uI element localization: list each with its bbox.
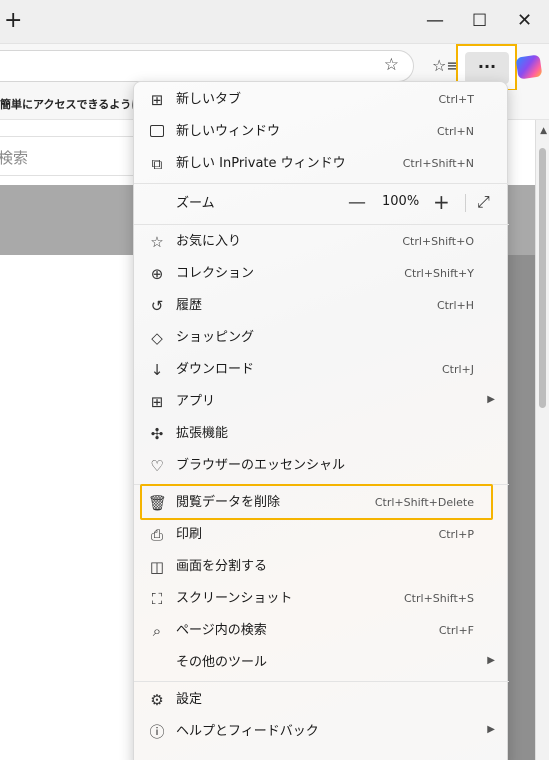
zoom-level: 100% (382, 194, 420, 209)
menu-item-screenshot[interactable]: ⛶ スクリーンショット Ctrl+Shift+S (134, 583, 509, 615)
menu-item-shortcut: Ctrl+N (436, 125, 474, 138)
zoom-divider (465, 194, 466, 212)
menu-item-label: ダウンロード (176, 362, 255, 377)
menu-item-shopping[interactable]: ◇ ショッピング (134, 322, 509, 354)
menu-item-shortcut: Ctrl+T (438, 93, 474, 106)
menu-item-label: コレクション (176, 266, 255, 281)
scroll-up-icon[interactable]: ▲ (540, 126, 547, 136)
settings-and-more-menu: ⊞ 新しいタブ Ctrl+T 新しいウィンドウ Ctrl+N ⧉ 新しい InP… (133, 81, 509, 760)
maximize-button[interactable]: ☐ (472, 9, 487, 33)
menu-item-print[interactable]: ⎙ 印刷 Ctrl+P (134, 519, 509, 551)
menu-item-zoom: ズーム — 100% + ⤢ (134, 186, 509, 222)
menu-item-find-on-page[interactable]: ⌕ ページ内の検索 Ctrl+F (134, 615, 509, 647)
menu-item-label: 画面を分割する (176, 559, 268, 574)
menu-item-apps[interactable]: ⊞ アプリ ▶ (134, 386, 509, 418)
submenu-chevron-right-icon: ▶ (487, 655, 495, 666)
menu-item-label: 新しい InPrivate ウィンドウ (176, 156, 346, 171)
new-window-icon (148, 123, 166, 141)
menu-item-new-tab[interactable]: ⊞ 新しいタブ Ctrl+T (134, 84, 509, 116)
window-titlebar: + — ☐ ✕ (0, 0, 549, 44)
menu-item-label: ショッピング (176, 330, 255, 345)
menu-item-settings[interactable]: ⚙ 設定 (134, 684, 509, 716)
menu-item-label: 履歴 (176, 298, 203, 313)
favorites-bar-text[interactable]: 簡単にアクセスできるようにな (0, 96, 153, 112)
menu-item-help-feedback[interactable]: ⓘ ヘルプとフィードバック ▶ (134, 716, 509, 748)
submenu-chevron-right-icon: ▶ (487, 394, 495, 405)
menu-item-downloads[interactable]: ↓ ダウンロード Ctrl+J (134, 354, 509, 386)
menu-item-label: 新しいウィンドウ (176, 124, 281, 139)
fullscreen-icon[interactable]: ⤢ (477, 192, 490, 212)
menu-item-favorites[interactable]: ☆ お気に入り Ctrl+Shift+O (134, 226, 509, 258)
menu-item-split-screen[interactable]: ◫ 画面を分割する (134, 551, 509, 583)
menu-item-shortcut: Ctrl+Shift+N (402, 157, 474, 170)
search-input[interactable]: 検索 (0, 136, 140, 176)
gear-icon: ⚙ (150, 691, 164, 709)
menu-separator (134, 183, 509, 184)
inprivate-icon: ⧉ (151, 155, 163, 173)
menu-item-label: アプリ (176, 394, 216, 409)
shopping-tag-icon: ◇ (151, 329, 163, 347)
collections-icon: ⊕ (150, 265, 164, 283)
delete-browsing-data-highlight (140, 484, 493, 520)
screenshot-icon: ⛶ (151, 590, 163, 608)
menu-item-shortcut: Ctrl+H (436, 299, 474, 312)
menu-item-collections[interactable]: ⊕ コレクション Ctrl+Shift+Y (134, 258, 509, 290)
close-button[interactable]: ✕ (517, 9, 532, 33)
history-icon: ↺ (150, 297, 164, 315)
zoom-in-button[interactable]: + (433, 190, 450, 214)
menu-separator (134, 681, 509, 682)
menu-item-extensions[interactable]: ✣ 拡張機能 (134, 418, 509, 450)
menu-item-label: 設定 (176, 692, 203, 707)
zoom-label: ズーム (176, 196, 215, 211)
find-page-icon: ⌕ (152, 622, 162, 640)
menu-item-label: その他のツール (176, 655, 268, 670)
copilot-icon[interactable] (515, 54, 543, 80)
extensions-icon: ✣ (150, 425, 164, 443)
menu-item-new-window[interactable]: 新しいウィンドウ Ctrl+N (134, 116, 509, 148)
new-tab-icon: ⊞ (150, 91, 164, 109)
menu-item-browser-essentials[interactable]: ♡ ブラウザーのエッセンシャル (134, 450, 509, 482)
menu-item-label: 印刷 (176, 527, 203, 542)
menu-item-label: ヘルプとフィードバック (176, 724, 319, 739)
menu-item-shortcut: Ctrl+P (438, 528, 474, 541)
favorites-icon: ☆ (150, 233, 164, 251)
new-tab-button[interactable]: + (4, 9, 22, 33)
menu-item-shortcut: Ctrl+J (441, 363, 474, 376)
menu-item-shortcut: Ctrl+F (438, 624, 474, 637)
settings-and-more-button[interactable]: ··· (465, 52, 509, 84)
menu-separator (134, 224, 509, 225)
menu-item-new-inprivate[interactable]: ⧉ 新しい InPrivate ウィンドウ Ctrl+Shift+N (134, 148, 509, 180)
menu-item-history[interactable]: ↺ 履歴 Ctrl+H (134, 290, 509, 322)
menu-item-label: 新しいタブ (176, 92, 242, 107)
menu-item-more-tools[interactable]: その他のツール ▶ (134, 647, 509, 679)
split-screen-icon: ◫ (149, 558, 165, 576)
minimize-button[interactable]: — (426, 9, 444, 33)
address-bar[interactable]: ☆ (0, 50, 414, 82)
menu-item-label: 拡張機能 (176, 426, 229, 441)
help-icon: ⓘ (149, 723, 165, 741)
download-icon: ↓ (150, 361, 164, 379)
menu-item-label: お気に入り (176, 234, 242, 249)
search-placeholder: 検索 (0, 149, 29, 167)
submenu-chevron-right-icon: ▶ (487, 724, 495, 735)
menu-item-label: ブラウザーのエッセンシャル (176, 458, 346, 473)
menu-item-label: ページ内の検索 (176, 623, 267, 638)
print-icon: ⎙ (150, 526, 163, 544)
add-favorite-star-icon[interactable]: ☆ (384, 55, 399, 75)
menu-item-shortcut: Ctrl+Shift+Y (404, 267, 474, 280)
scrollbar-thumb[interactable] (539, 148, 546, 408)
zoom-out-button[interactable]: — (348, 192, 366, 213)
menu-item-label: スクリーンショット (176, 591, 293, 606)
menu-item-shortcut: Ctrl+Shift+S (404, 592, 474, 605)
menu-item-shortcut: Ctrl+Shift+O (402, 235, 474, 248)
heart-pulse-icon: ♡ (150, 457, 164, 475)
scrollbar[interactable]: ▲ (535, 120, 549, 760)
apps-icon: ⊞ (150, 393, 164, 411)
